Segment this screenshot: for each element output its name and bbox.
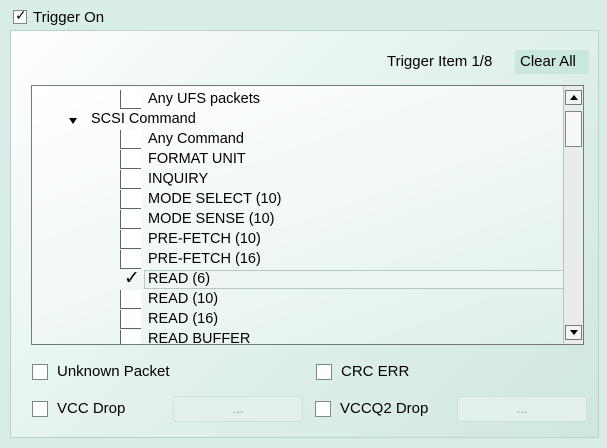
- tree-checkbox[interactable]: [120, 90, 141, 109]
- tree-item-label: READ (10): [148, 291, 219, 307]
- tree-scrollbar[interactable]: [563, 86, 583, 344]
- tree-checkbox[interactable]: [120, 170, 141, 189]
- unknown-packet-label: Unknown Packet: [57, 363, 170, 380]
- tree-item-label: MODE SELECT (10): [148, 191, 282, 207]
- vccq2-drop-checkbox[interactable]: [315, 401, 331, 417]
- tree-group-scsi-command[interactable]: SCSI Command: [32, 110, 565, 130]
- vccq2-drop-settings-button[interactable]: ...: [457, 396, 587, 422]
- tree-group-label: SCSI Command: [91, 111, 196, 127]
- tree-item-label: READ (16): [148, 311, 219, 327]
- tree-item-label: FORMAT UNIT: [148, 151, 246, 167]
- tree-checkbox[interactable]: [120, 210, 141, 229]
- tree-checkbox[interactable]: [120, 150, 141, 169]
- scroll-thumb[interactable]: [565, 111, 582, 147]
- vcc-drop-checkbox[interactable]: [32, 401, 48, 417]
- trigger-on-checkbox[interactable]: [13, 8, 27, 24]
- tree-item-read-buffer[interactable]: READ BUFFER: [32, 330, 565, 345]
- tree-item-label: PRE-FETCH (10): [148, 231, 261, 247]
- crc-err-label: CRC ERR: [341, 363, 410, 380]
- tree-item-read-16[interactable]: READ (16): [32, 310, 565, 330]
- clear-all-button[interactable]: Clear All: [515, 50, 589, 74]
- vcc-drop-settings-button[interactable]: ...: [173, 396, 303, 422]
- tree-checkbox[interactable]: [120, 330, 141, 344]
- tree-checkbox[interactable]: [120, 230, 141, 249]
- tree-checkbox[interactable]: [120, 310, 141, 329]
- tree-item-pre-fetch-16[interactable]: PRE-FETCH (16): [32, 250, 565, 270]
- tree-item-read-10[interactable]: READ (10): [32, 290, 565, 310]
- tree-item-pre-fetch-10[interactable]: PRE-FETCH (10): [32, 230, 565, 250]
- trigger-item-label: Trigger Item 1/8: [387, 53, 493, 70]
- scroll-up-arrow-icon[interactable]: [565, 90, 582, 105]
- tree-item-label: Any UFS packets: [148, 91, 261, 107]
- unknown-packet-checkbox[interactable]: [32, 364, 48, 380]
- trigger-tree[interactable]: Any UFS packets SCSI Command Any Command…: [31, 85, 584, 345]
- tree-item-inquiry[interactable]: INQUIRY: [32, 170, 565, 190]
- tree-item-mode-sense-10[interactable]: MODE SENSE (10): [32, 210, 565, 230]
- tree-item-label: Any Command: [148, 131, 244, 147]
- tree-item-label: INQUIRY: [148, 171, 209, 187]
- tree-checkbox[interactable]: [120, 190, 141, 209]
- clear-all-label: Clear All: [520, 53, 576, 70]
- trigger-on-label: Trigger On: [33, 9, 105, 26]
- scroll-down-arrow-icon[interactable]: [565, 325, 582, 340]
- tree-item-label: PRE-FETCH (16): [148, 251, 261, 267]
- tree-item-label: READ BUFFER: [148, 331, 251, 345]
- expand-triangle-icon[interactable]: [69, 118, 77, 124]
- tree-checkbox[interactable]: [120, 130, 141, 149]
- tree-checkbox[interactable]: [120, 290, 141, 309]
- tree-item-label: MODE SENSE (10): [148, 211, 275, 227]
- vcc-drop-label: VCC Drop: [57, 400, 126, 417]
- tree-item-mode-select-10[interactable]: MODE SELECT (10): [32, 190, 565, 210]
- tree-item-any-command[interactable]: Any Command: [32, 130, 565, 150]
- vccq2-drop-label: VCCQ2 Drop: [340, 400, 429, 417]
- tree-checkbox-checked[interactable]: [120, 267, 141, 289]
- tree-item-read-6[interactable]: READ (6): [32, 267, 565, 290]
- crc-err-checkbox[interactable]: [316, 364, 332, 380]
- tree-item-format-unit[interactable]: FORMAT UNIT: [32, 150, 565, 170]
- tree-item-label: READ (6): [148, 271, 211, 287]
- tree-item-any-ufs-packets[interactable]: Any UFS packets: [32, 90, 565, 110]
